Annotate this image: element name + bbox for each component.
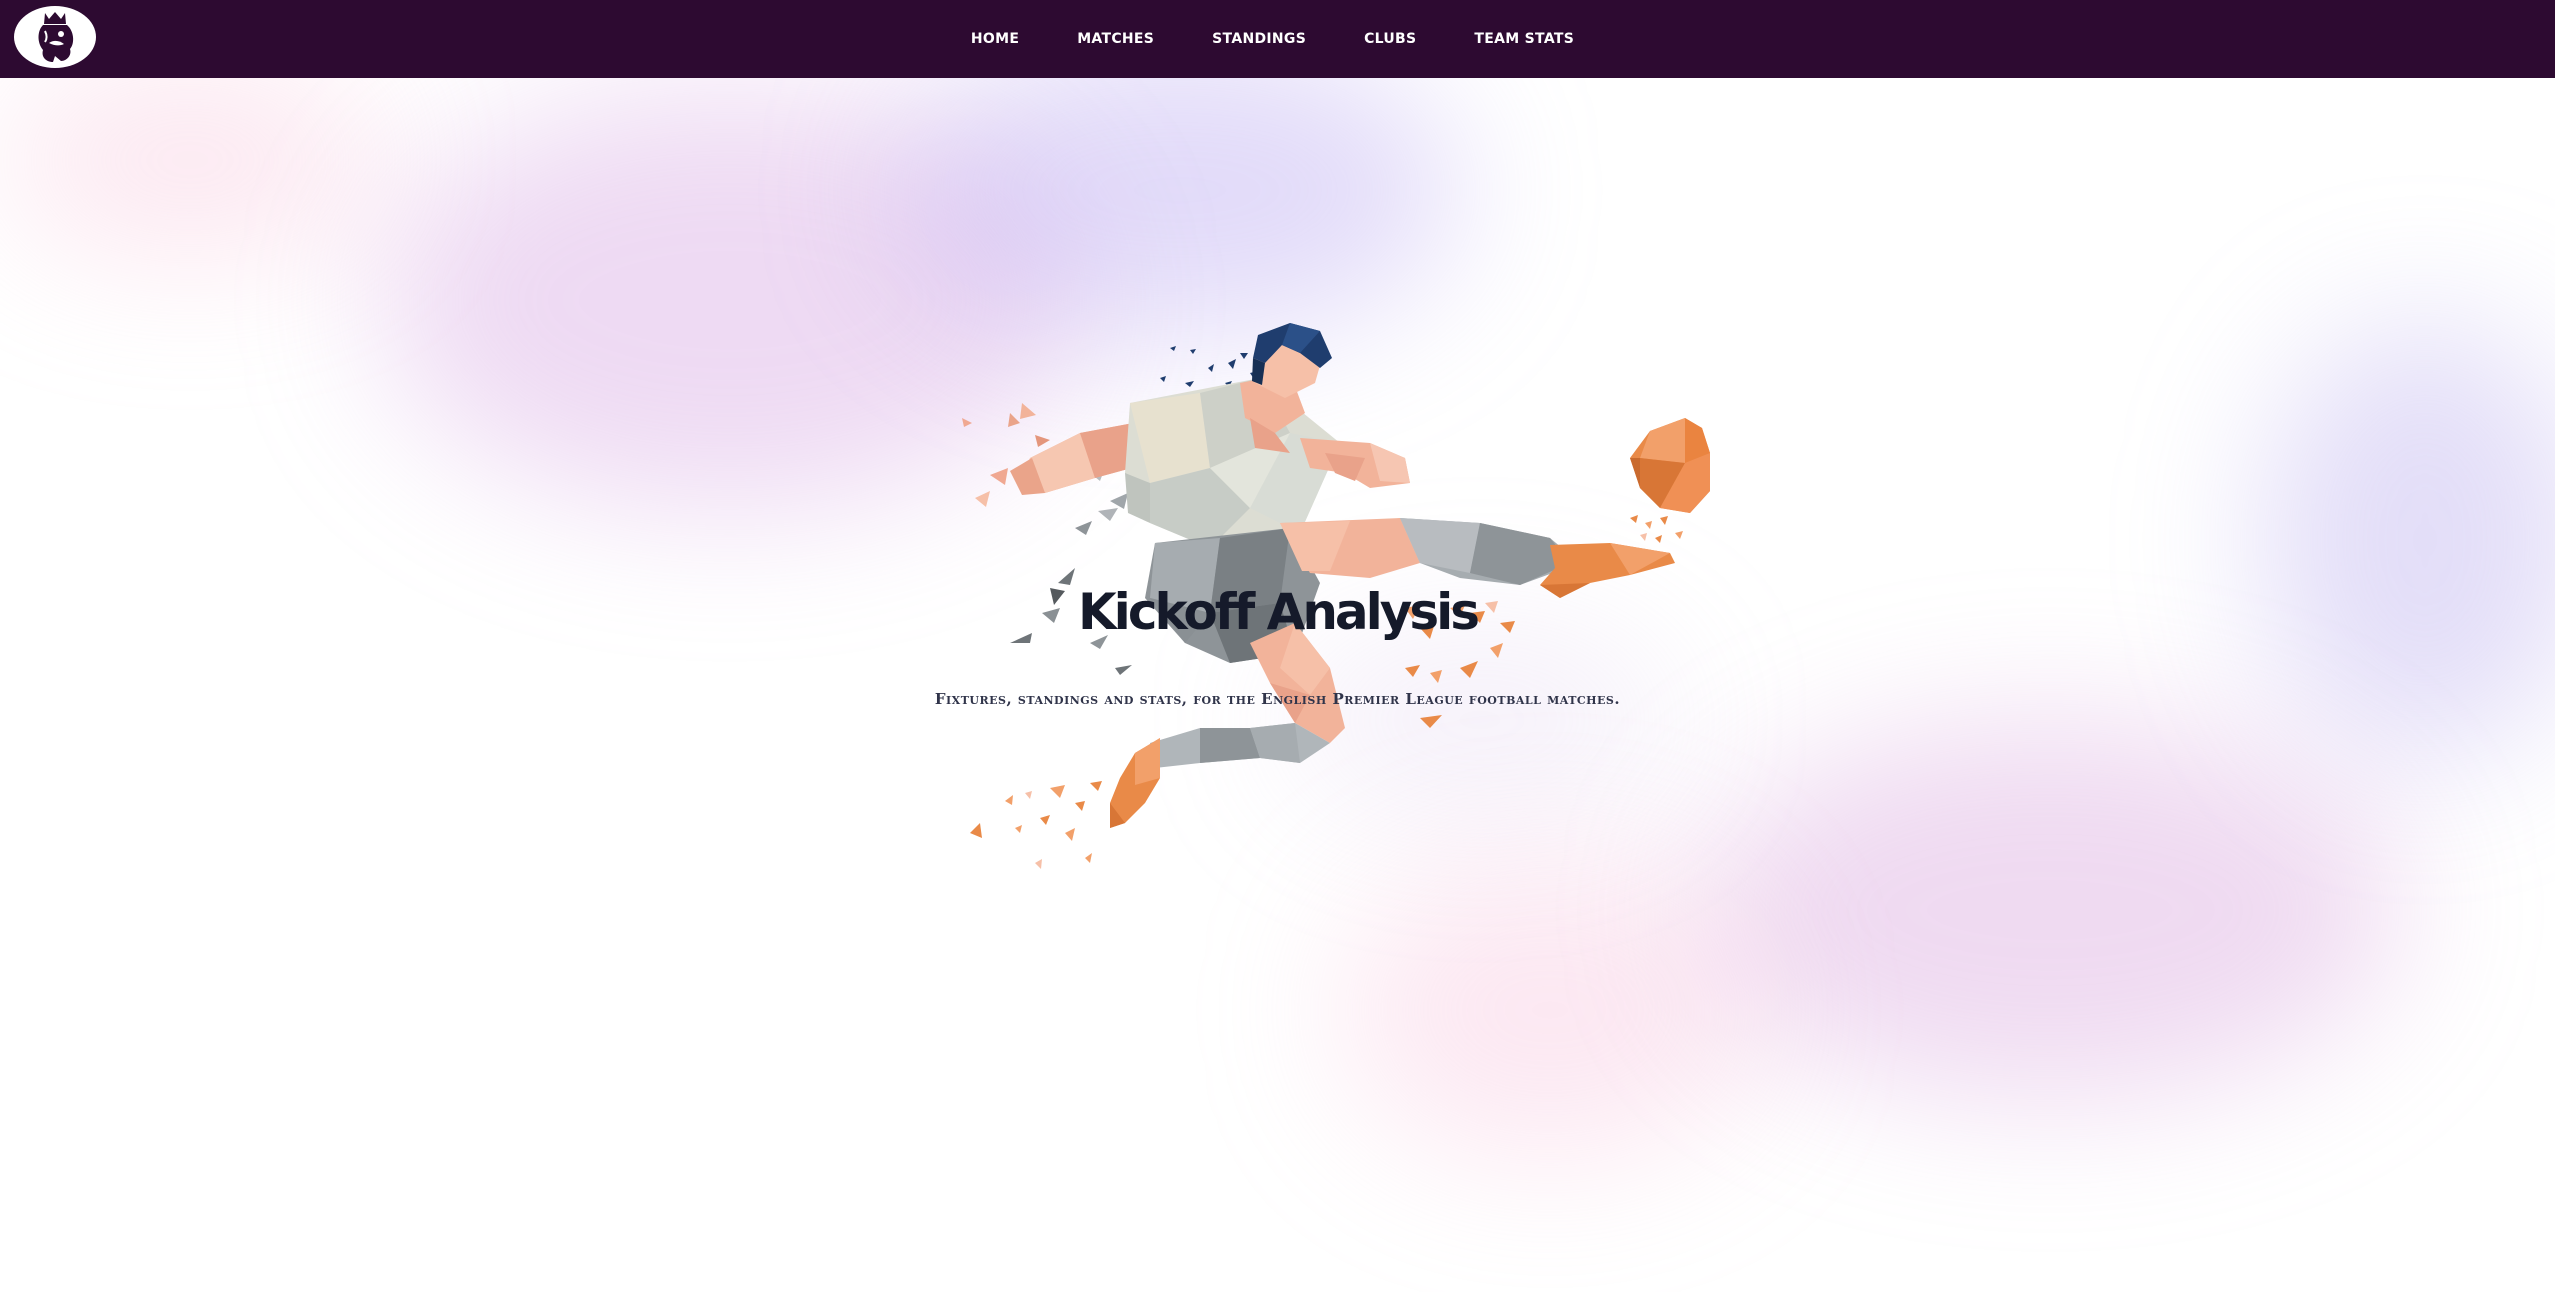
hero-section: Kickoff Analysis Fixtures, standings and… [0,78,2555,1292]
nav-matches[interactable]: Matches [1077,31,1154,47]
nav-team-stats[interactable]: Team Stats [1474,31,1574,47]
nav-clubs[interactable]: Clubs [1364,31,1416,47]
hero-subtitle: Fixtures, standings and stats, for the E… [934,690,1621,708]
hero-title: Kickoff Analysis [1077,583,1480,641]
main-nav: Home Matches Standings Clubs Team Stats [0,0,2555,78]
navbar: Home Matches Standings Clubs Team Stats [0,0,2555,78]
nav-standings[interactable]: Standings [1212,31,1306,47]
nav-home[interactable]: Home [971,31,1019,47]
